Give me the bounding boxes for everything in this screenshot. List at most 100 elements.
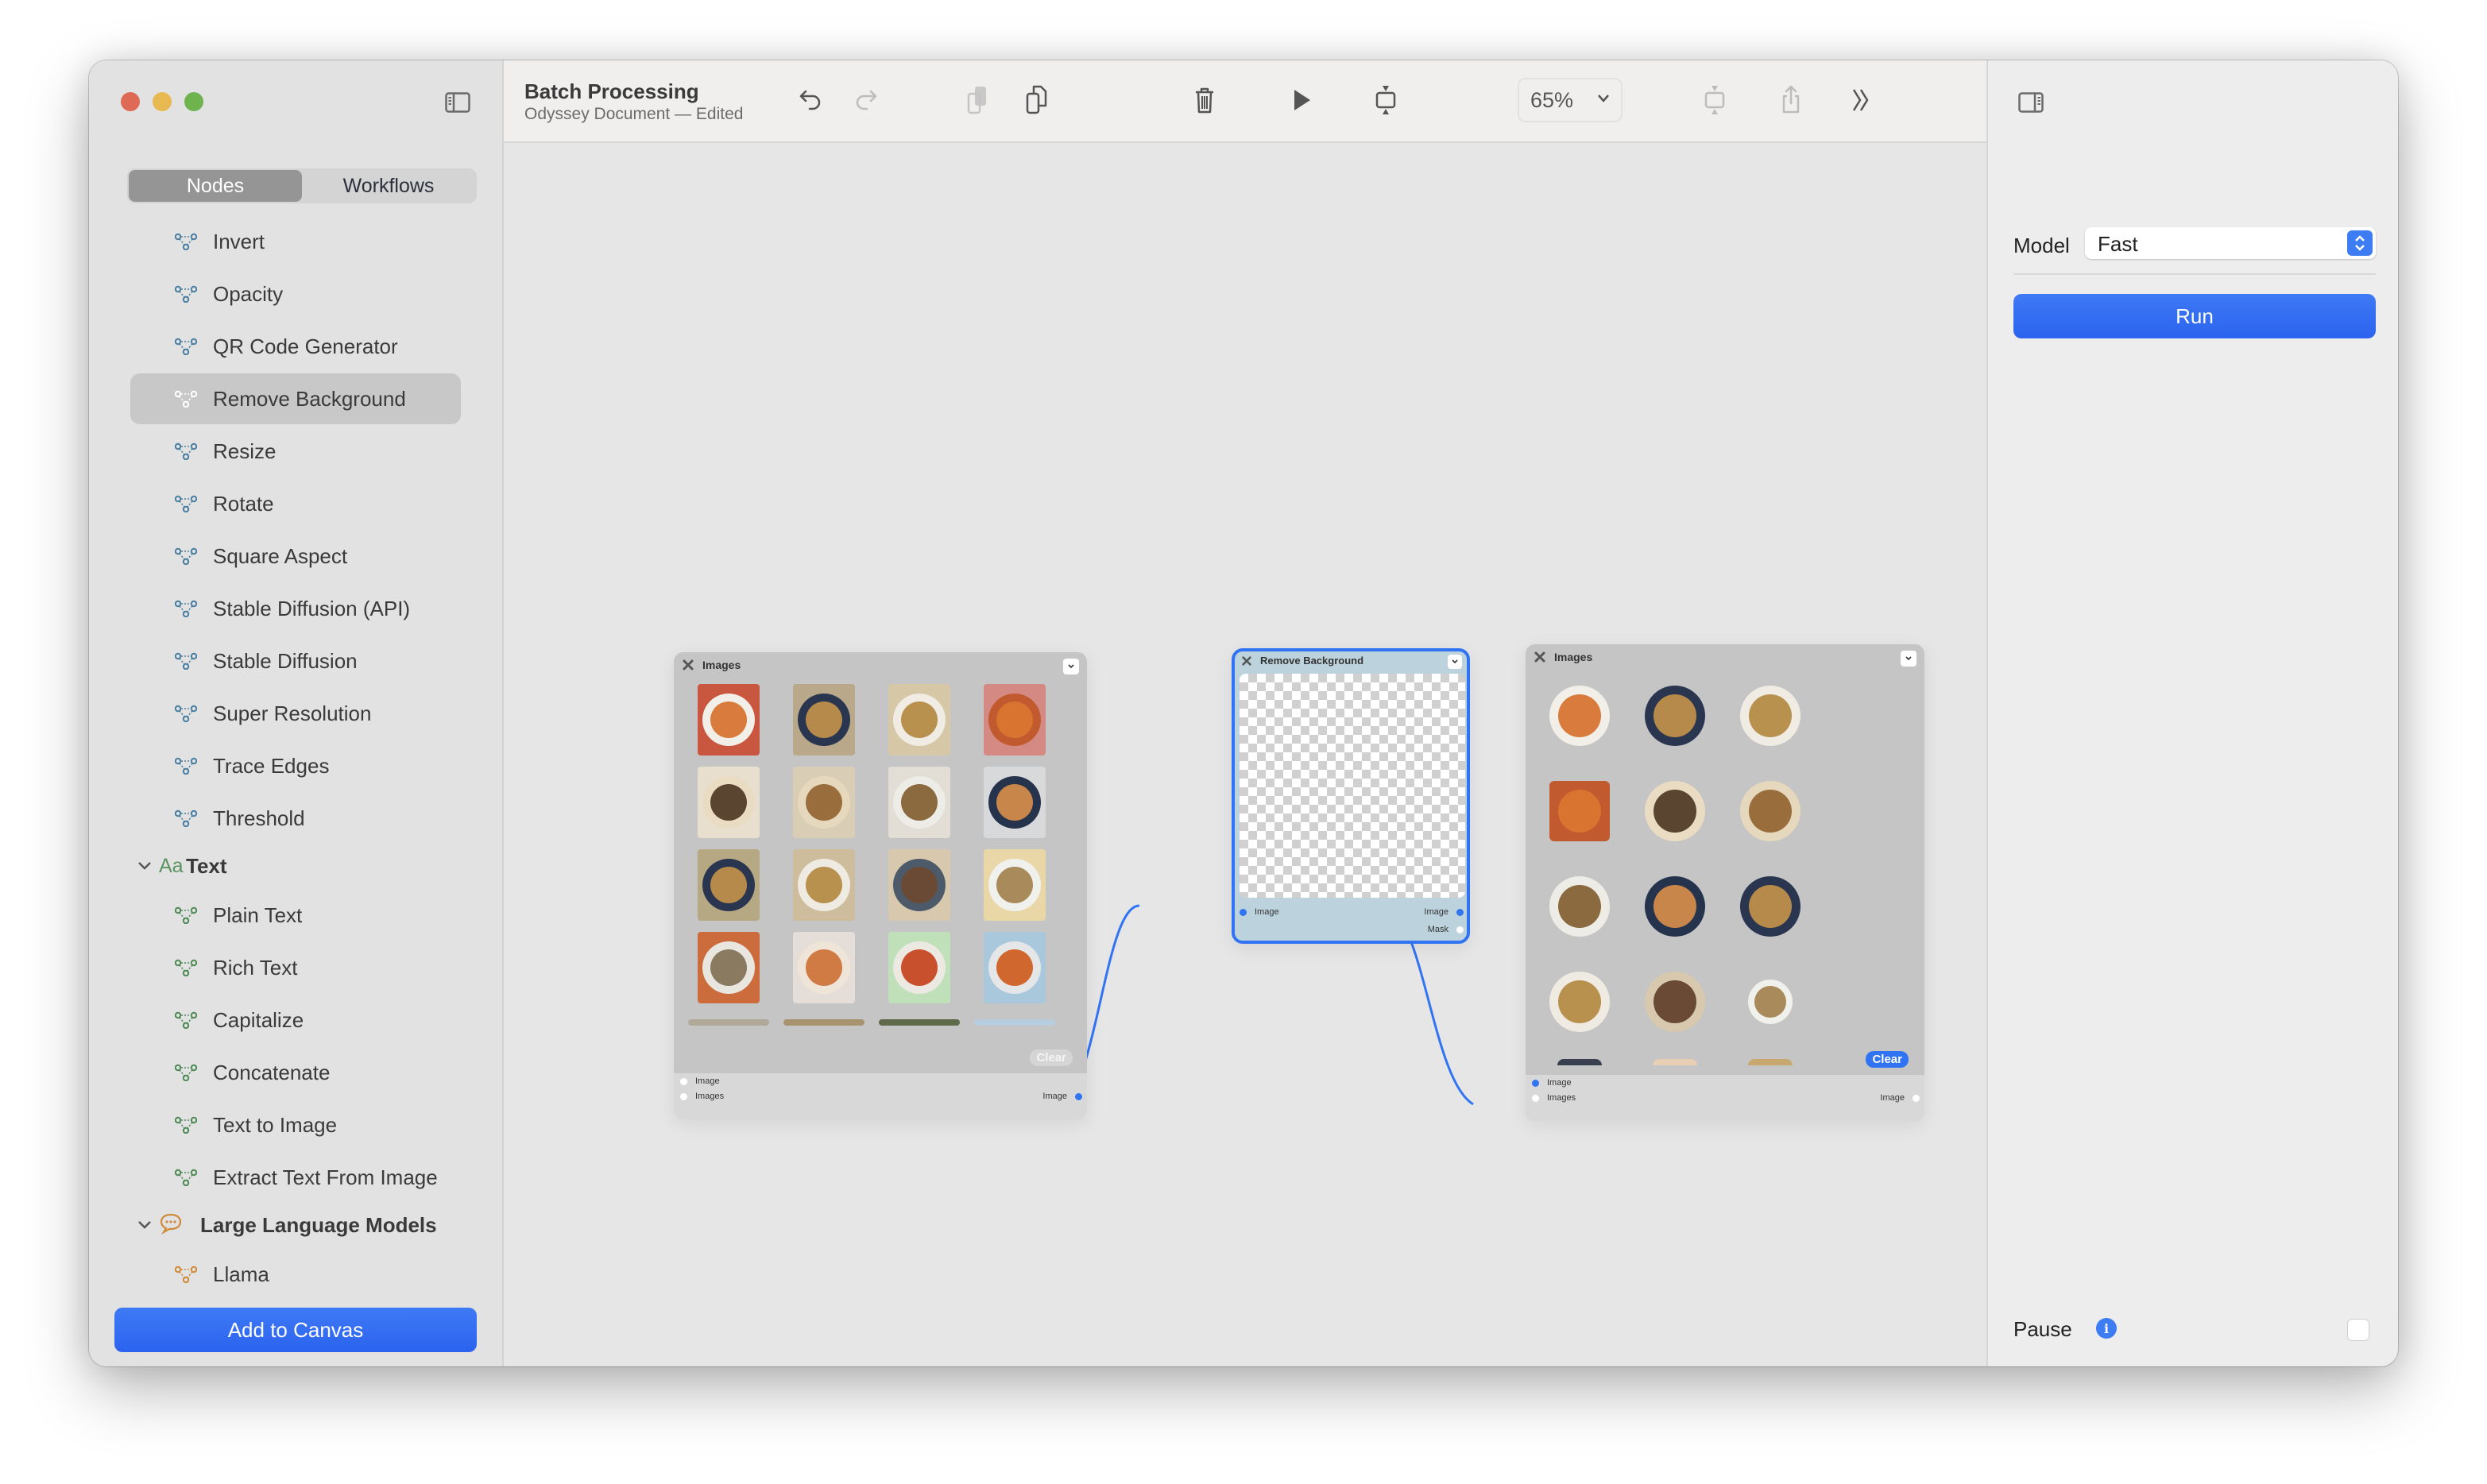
sidebar-item-super-resolution[interactable]: Super Resolution — [130, 688, 461, 739]
clear-button[interactable]: Clear — [1030, 1049, 1073, 1066]
image-thumbnail[interactable] — [1645, 876, 1705, 937]
input-port-image[interactable]: Image — [1240, 907, 1279, 917]
image-thumbnail[interactable] — [783, 1019, 864, 1026]
image-thumbnail[interactable] — [1740, 876, 1800, 937]
image-thumbnail[interactable] — [888, 849, 950, 921]
inspector-toggle-icon[interactable] — [2018, 92, 2044, 113]
image-thumbnail[interactable] — [1557, 1059, 1602, 1065]
tab-nodes[interactable]: Nodes — [129, 170, 302, 202]
sidebar-toggle-icon[interactable] — [445, 92, 470, 113]
run-button[interactable]: Run — [2013, 294, 2376, 338]
sidebar-item-resize[interactable]: Resize — [130, 426, 461, 477]
pause-checkbox[interactable] — [2347, 1319, 2369, 1341]
play-button[interactable] — [1286, 84, 1317, 116]
image-thumbnail[interactable] — [1740, 686, 1800, 746]
node-collapse-button[interactable] — [1901, 651, 1916, 667]
sidebar-item-rotate[interactable]: Rotate — [130, 478, 461, 529]
duplicate-button[interactable] — [1020, 84, 1052, 116]
add-to-canvas-button[interactable]: Add to Canvas — [114, 1308, 477, 1352]
sidebar-item-extract-text-from-image[interactable]: Extract Text From Image — [130, 1152, 461, 1203]
sidebar-item-remove-background[interactable]: Remove Background — [130, 373, 461, 424]
fit-vertical-button[interactable] — [1370, 84, 1402, 116]
image-thumbnail[interactable] — [793, 849, 855, 921]
image-thumbnail[interactable] — [793, 932, 855, 1003]
node-canvas[interactable]: Images Clear Image Images Image Remove B… — [504, 143, 1986, 1366]
share-button[interactable] — [1775, 84, 1807, 116]
image-thumbnail[interactable] — [1748, 980, 1793, 1024]
image-thumbnail[interactable] — [688, 1019, 769, 1026]
copy-button[interactable] — [961, 84, 993, 116]
sidebar-item-opacity[interactable]: Opacity — [130, 269, 461, 319]
image-thumbnail[interactable] — [698, 849, 760, 921]
node-collapse-button[interactable] — [1448, 655, 1462, 669]
image-thumbnail[interactable] — [984, 684, 1046, 756]
image-thumbnail[interactable] — [1740, 781, 1800, 841]
image-thumbnail[interactable] — [1549, 972, 1610, 1032]
model-select[interactable]: Fast — [2085, 227, 2376, 259]
sidebar-group-large-language-models[interactable]: Large Language Models — [130, 1203, 461, 1247]
zoom-window-button[interactable] — [184, 92, 203, 111]
undo-button[interactable] — [795, 84, 826, 116]
sidebar-item-rich-text[interactable]: Rich Text — [130, 942, 461, 993]
sidebar-segmented-control: Nodes Workflows — [127, 168, 477, 203]
speech-bubble-icon — [160, 1213, 182, 1235]
image-thumbnail[interactable] — [698, 684, 760, 756]
image-thumbnail[interactable] — [1549, 781, 1610, 841]
image-thumbnail[interactable] — [879, 1019, 960, 1026]
sidebar-item-stable-diffusion[interactable]: Stable Diffusion — [130, 636, 461, 686]
image-thumbnail[interactable] — [793, 767, 855, 838]
output-port-image[interactable]: Image — [1042, 1092, 1082, 1101]
node-collapse-button[interactable] — [1063, 659, 1079, 674]
minimize-window-button[interactable] — [153, 92, 172, 111]
sidebar-item-threshold[interactable]: Threshold — [130, 793, 461, 844]
sidebar-item-capitalize[interactable]: Capitalize — [130, 995, 461, 1045]
output-port-mask[interactable]: Mask — [1428, 925, 1464, 934]
image-thumbnail[interactable] — [698, 932, 760, 1003]
output-port-image[interactable]: Image — [1424, 907, 1464, 917]
zoom-level-dropdown[interactable]: 65% — [1518, 78, 1623, 122]
sidebar-item-qr-code-generator[interactable]: QR Code Generator — [130, 321, 461, 372]
image-thumbnail[interactable] — [984, 767, 1046, 838]
image-thumbnail[interactable] — [1645, 781, 1705, 841]
more-button[interactable] — [1845, 84, 1877, 116]
image-thumbnail[interactable] — [1748, 1059, 1793, 1065]
input-port-image[interactable]: Image — [1532, 1078, 1572, 1088]
close-window-button[interactable] — [121, 92, 140, 111]
image-thumbnail[interactable] — [888, 767, 950, 838]
sidebar-item-text-to-image[interactable]: Text to Image — [130, 1099, 461, 1150]
image-thumbnail[interactable] — [1549, 686, 1610, 746]
image-thumbnail[interactable] — [888, 684, 950, 756]
remove-background-node[interactable]: Remove Background Image Image Mask — [1232, 648, 1470, 944]
input-port-images[interactable]: Images — [680, 1092, 724, 1101]
sidebar-item-concatenate[interactable]: Concatenate — [130, 1047, 461, 1098]
image-thumbnail[interactable] — [1549, 876, 1610, 937]
sidebar-item-stable-diffusion-api[interactable]: Stable Diffusion (API) — [130, 583, 461, 634]
sidebar-item-plain-text[interactable]: Plain Text — [130, 890, 461, 941]
images-output-node[interactable]: Images Clear Image Images Image — [1526, 644, 1924, 1121]
image-thumbnail[interactable] — [984, 849, 1046, 921]
images-input-node[interactable]: Images Clear Image Images Image — [674, 652, 1087, 1119]
image-thumbnail[interactable] — [974, 1019, 1055, 1026]
sidebar-item-square-aspect[interactable]: Square Aspect — [130, 531, 461, 582]
image-thumbnail[interactable] — [698, 767, 760, 838]
image-thumbnail[interactable] — [793, 684, 855, 756]
info-icon[interactable]: i — [2096, 1318, 2117, 1339]
image-thumbnail[interactable] — [1653, 1059, 1697, 1065]
sidebar-group-text[interactable]: Aa Text — [130, 844, 461, 888]
input-port-image[interactable]: Image — [680, 1076, 720, 1086]
fit-horizontal-button[interactable] — [1699, 84, 1731, 116]
input-port-images[interactable]: Images — [1532, 1093, 1576, 1103]
clear-button[interactable]: Clear — [1866, 1051, 1909, 1068]
image-thumbnail[interactable] — [1645, 972, 1705, 1032]
redo-button[interactable] — [850, 84, 882, 116]
delete-button[interactable] — [1189, 84, 1220, 116]
output-port-image[interactable]: Image — [1880, 1093, 1920, 1103]
sidebar-item-llama[interactable]: Llama — [130, 1249, 461, 1300]
tab-workflows[interactable]: Workflows — [302, 170, 475, 202]
sidebar-item-trace-edges[interactable]: Trace Edges — [130, 740, 461, 791]
image-thumbnail[interactable] — [984, 932, 1046, 1003]
sidebar-item-invert[interactable]: Invert — [130, 216, 461, 267]
image-thumbnail[interactable] — [888, 932, 950, 1003]
sidebar: Nodes Workflows Invert Opacity QR Code Gen… — [89, 60, 504, 1366]
image-thumbnail[interactable] — [1645, 686, 1705, 746]
